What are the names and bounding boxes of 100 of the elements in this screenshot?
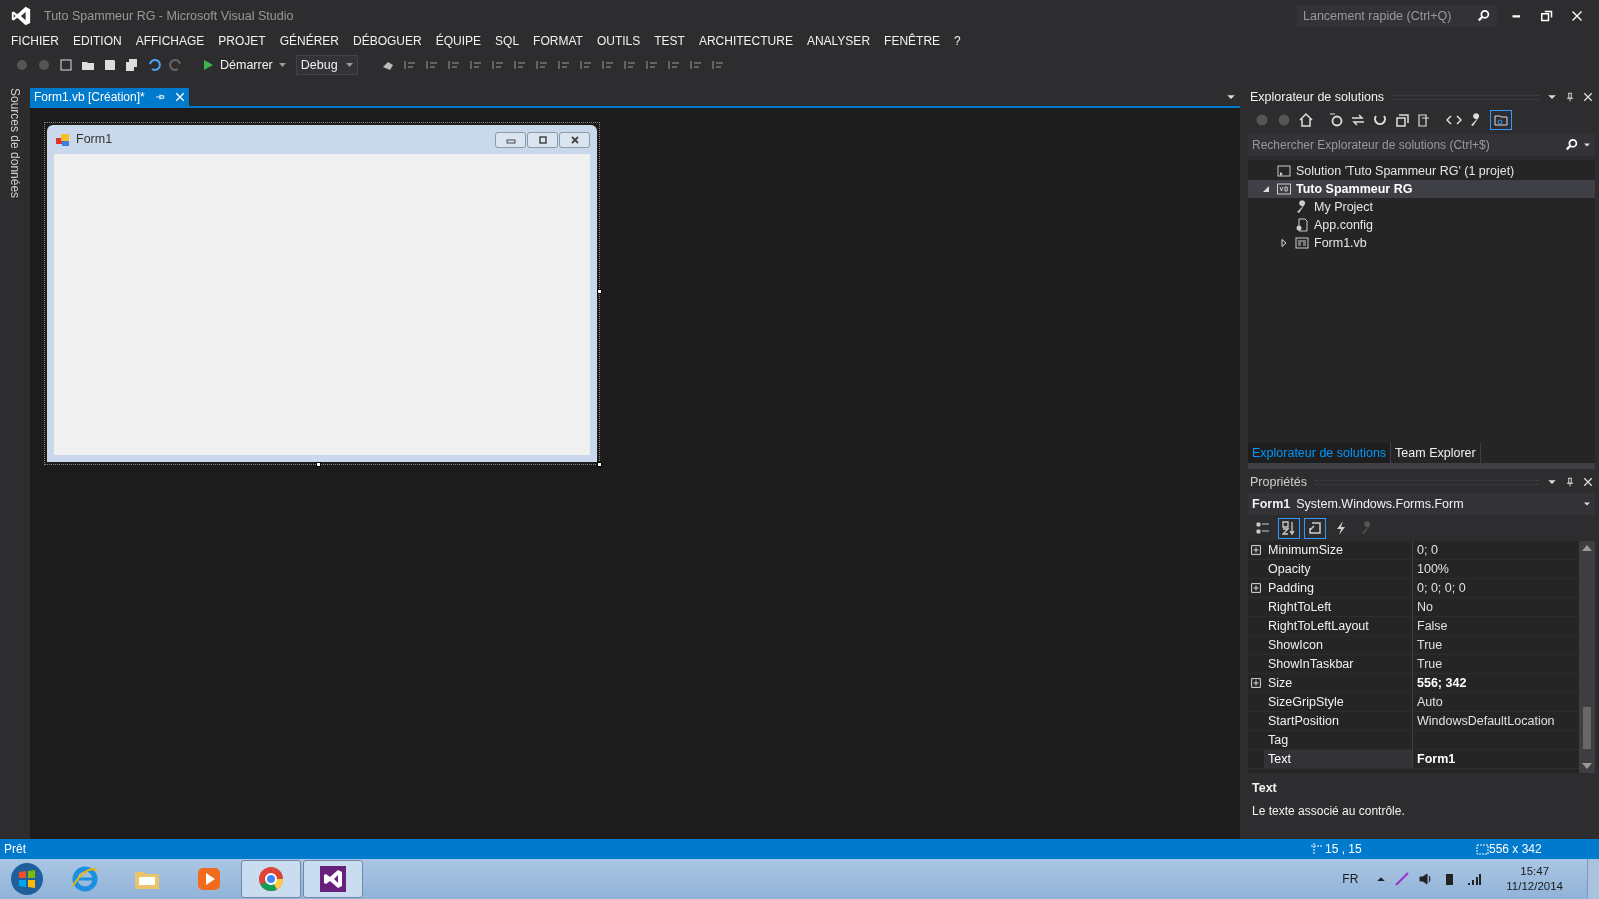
resize-handle[interactable] [597,289,602,294]
folder-search-icon [1493,112,1509,128]
sync-icon[interactable] [1350,112,1366,128]
clock[interactable]: 15:47 11/12/2014 [1506,864,1563,894]
panel-tab[interactable]: Explorateur de solutions [1248,443,1392,463]
property-name[interactable]: RightToLeft [1264,598,1413,616]
property-toolbar-button[interactable] [1304,517,1326,539]
property-name[interactable]: SizeGripStyle [1264,693,1413,711]
menu-item[interactable]: ÉQUIPE [428,32,489,50]
menu-item[interactable]: PROJET [211,32,273,50]
side-tab[interactable]: Sources de données [4,88,26,199]
collapsed-icon[interactable] [1280,239,1288,247]
redo-icon[interactable] [168,57,184,73]
quick-launch-field[interactable]: Lancement rapide (Ctrl+Q) [1297,5,1497,27]
expand-icon[interactable] [1251,545,1261,555]
expand-icon[interactable] [1251,678,1261,688]
expanded-icon[interactable] [1262,185,1270,193]
save-icon[interactable] [102,57,118,73]
taskbar-button[interactable] [303,860,363,898]
scrollbar[interactable] [1579,541,1595,773]
form-caption-button[interactable] [559,131,590,148]
language-indicator[interactable]: FR [1342,870,1359,888]
menu-item[interactable]: OUTILS [589,32,648,50]
tree-item[interactable]: App.config [1248,216,1595,234]
form-file-icon[interactable] [1294,235,1310,251]
property-name[interactable]: StartPosition [1264,712,1413,730]
property-value[interactable]: Form1 [1413,750,1579,768]
restore-icon[interactable] [1541,10,1553,22]
vb-project-icon[interactable] [1276,181,1292,197]
tree-item[interactable]: Tuto Spammeur RG [1248,180,1595,198]
resize-handle[interactable] [316,462,321,467]
property-value[interactable]: Auto [1413,693,1579,711]
property-name[interactable]: Tag [1264,731,1413,749]
menu-item[interactable]: ANALYSER [799,32,878,50]
menu-item[interactable]: FICHIER [4,32,66,50]
scrollbar-thumb[interactable] [1583,707,1591,749]
menu-item[interactable]: AFFICHAGE [128,32,212,50]
pin-icon[interactable] [1565,92,1575,102]
solution-icon[interactable] [1276,163,1292,179]
menu-item[interactable]: SQL [488,32,527,50]
property-value[interactable]: False [1413,617,1579,635]
preview-toggle[interactable] [1490,110,1512,130]
search-icon[interactable] [1477,9,1491,23]
document-tab[interactable]: Form1.vb [Création]* [30,88,189,106]
property-name[interactable]: RightToLeftLayout [1264,617,1413,635]
property-value[interactable]: 100% [1413,560,1579,578]
menu-item[interactable]: FENÊTRE [877,32,948,50]
property-value[interactable]: 556; 342 [1413,674,1579,692]
scroll-up-icon[interactable] [1582,545,1592,551]
form-caption-button[interactable] [527,131,558,148]
menu-item[interactable]: TEST [647,32,692,50]
property-value[interactable]: WindowsDefaultLocation [1413,712,1579,730]
search-icon[interactable] [1565,138,1579,152]
expand-icon[interactable] [1251,583,1261,593]
property-name[interactable]: Text [1264,750,1413,768]
property-name[interactable]: MinimumSize [1264,541,1413,559]
property-name[interactable]: Size [1264,674,1413,692]
signal-icon[interactable] [1466,871,1483,887]
object-selector[interactable]: Form1 System.Windows.Forms.Form [1248,493,1595,515]
close-icon[interactable] [1583,477,1593,487]
tree-item[interactable]: Solution 'Tuto Spammeur RG' (1 projet) [1248,162,1595,180]
property-name[interactable]: ShowInTaskbar [1264,655,1413,673]
scroll-down-icon[interactable] [1582,763,1592,769]
menu-item[interactable]: GÉNÉRER [272,32,347,50]
alphabetical-icon [1281,520,1297,536]
menu-item[interactable]: DÉBOGUER [346,32,429,50]
collapse-icon[interactable] [1394,112,1410,128]
resize-handle[interactable] [597,462,602,467]
property-value[interactable]: True [1413,655,1579,673]
caret-icon[interactable] [1583,141,1591,149]
save-all-icon[interactable] [124,57,140,73]
property-value[interactable]: True [1413,636,1579,654]
menu-item[interactable]: EDITION [66,32,129,50]
undo-icon[interactable] [146,57,162,73]
menu-item[interactable]: FORMAT [526,32,590,50]
copy-icon[interactable] [1416,112,1432,128]
property-name[interactable]: Opacity [1264,560,1413,578]
tree-item[interactable]: My Project [1248,198,1595,216]
tree-item[interactable]: Form1.vb [1248,234,1595,252]
property-value[interactable]: 0; 0; 0; 0 [1413,579,1579,597]
menu-item[interactable]: ? [947,32,968,50]
property-toolbar-button[interactable] [1278,517,1300,539]
form-window[interactable]: Form1 [47,125,597,462]
search-field[interactable]: Rechercher Explorateur de solutions (Ctrl+$) [1248,134,1595,156]
property-value[interactable]: No [1413,598,1579,616]
pen-icon[interactable] [1394,871,1411,887]
new-project-icon[interactable] [58,57,74,73]
property-name[interactable]: Padding [1264,579,1413,597]
pin-icon[interactable] [154,92,165,102]
property-value[interactable]: 0; 0 [1413,541,1579,559]
menu-item[interactable]: ARCHITECTURE [691,32,800,50]
property-name[interactable]: ShowIcon [1264,636,1413,654]
pin-icon[interactable] [1565,477,1575,487]
caret-icon[interactable] [1583,500,1591,508]
start-button[interactable]: Démarrer [198,55,290,75]
configuration-dropdown[interactable]: Debug [295,55,358,75]
config-file-icon[interactable] [1294,217,1310,233]
close-icon[interactable] [1583,92,1593,102]
history-icon[interactable] [1328,112,1344,128]
home-icon[interactable] [1298,112,1314,128]
